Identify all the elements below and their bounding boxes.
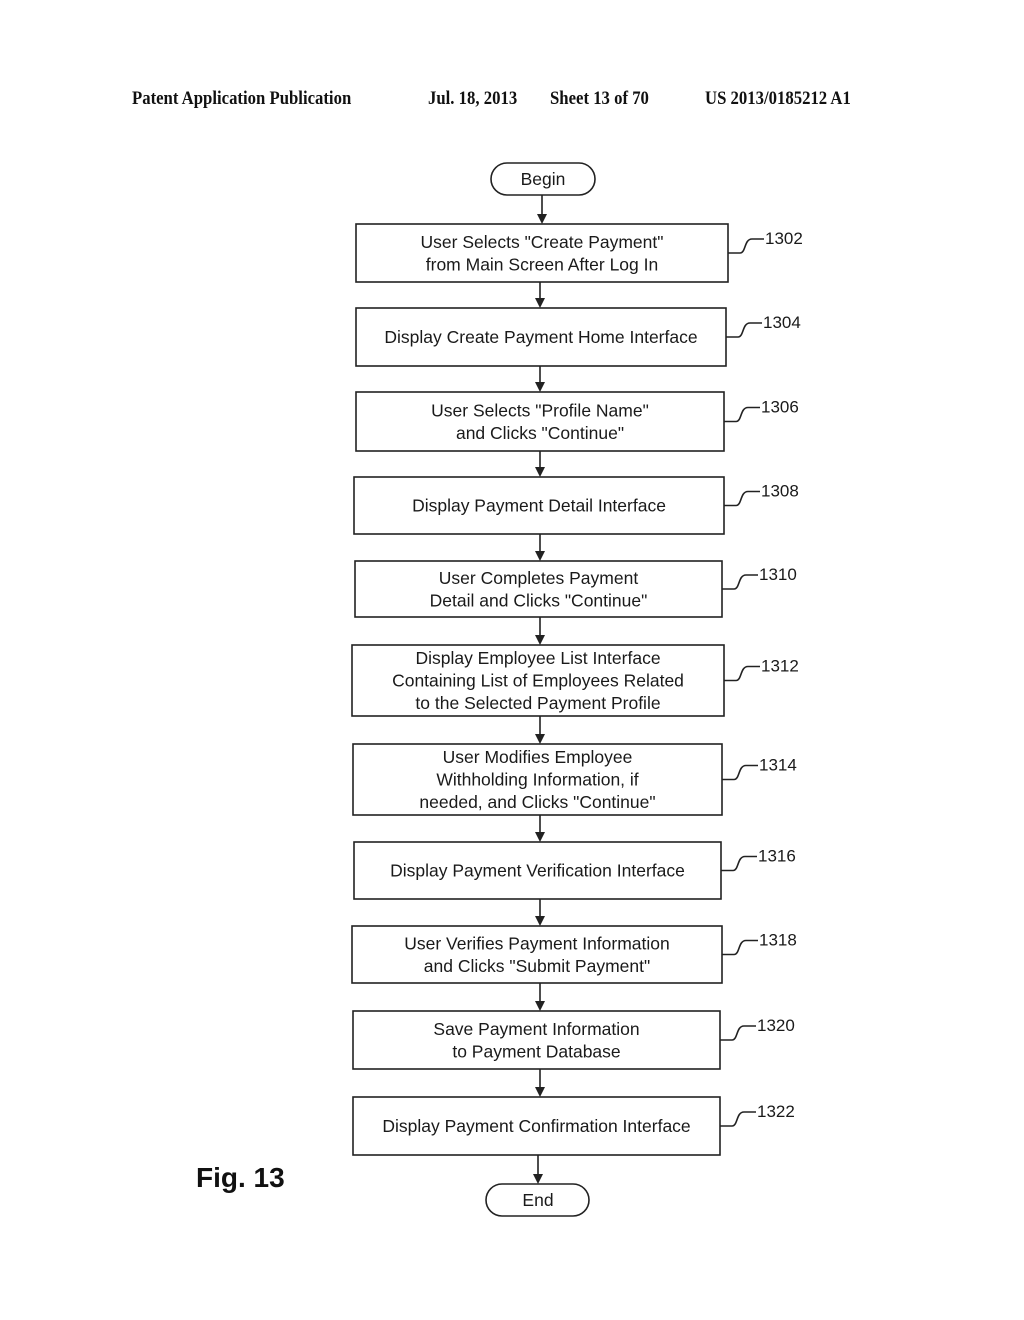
arrow-1310-to-next xyxy=(535,617,545,645)
step-text-line: Display Employee List Interface xyxy=(415,648,660,668)
reference-number: 1316 xyxy=(758,847,796,866)
arrow-1308-to-next xyxy=(535,534,545,561)
arrow-1320-to-next xyxy=(535,1069,545,1097)
reference-number: 1322 xyxy=(757,1102,795,1121)
arrow-begin-to-1302 xyxy=(537,195,547,224)
step-text-line: needed, and Clicks "Continue" xyxy=(419,792,655,812)
arrow-1312-to-next xyxy=(535,716,545,744)
step-text-line: and Clicks "Continue" xyxy=(456,423,624,443)
step-text-line: Display Create Payment Home Interface xyxy=(384,327,697,347)
arrow-1318-to-next xyxy=(535,983,545,1011)
flowchart: Begin User Selects "Create Payment"from M… xyxy=(351,162,803,1217)
reference-leader xyxy=(722,574,758,590)
arrowhead-icon xyxy=(535,1001,545,1011)
step-text-line: User Verifies Payment Information xyxy=(404,933,670,953)
end-label: End xyxy=(522,1190,553,1210)
reference-leader xyxy=(724,406,760,423)
reference-number: 1306 xyxy=(761,398,799,417)
step-1312: Display Employee List Interface Containin… xyxy=(351,644,799,717)
step-text-line: from Main Screen After Log In xyxy=(426,254,658,274)
arrowhead-icon xyxy=(535,551,545,561)
reference-number: 1320 xyxy=(757,1016,795,1035)
begin-terminal: Begin xyxy=(490,162,596,196)
reference-number: 1312 xyxy=(761,657,799,676)
step-1308: Display Payment Detail Interface 1308 xyxy=(353,476,799,535)
step-1322: Display Payment Confirmation Interface 13… xyxy=(352,1096,795,1156)
arrowhead-icon xyxy=(537,214,547,224)
reference-leader xyxy=(720,1111,756,1127)
step-text-line: Display Payment Verification Interface xyxy=(390,861,685,881)
reference-leader xyxy=(721,855,757,872)
reference-leader xyxy=(726,322,762,338)
arrow-1322-to-end xyxy=(533,1155,543,1184)
step-text-line: Display Payment Confirmation Interface xyxy=(382,1116,690,1136)
reference-number: 1314 xyxy=(759,756,797,775)
step-text-line: Detail and Clicks "Continue" xyxy=(430,590,648,610)
reference-number: 1310 xyxy=(759,565,797,584)
step-text-line: User Modifies Employee xyxy=(443,747,633,767)
arrowhead-icon xyxy=(535,916,545,926)
arrowhead-icon xyxy=(535,635,545,645)
reference-number: 1308 xyxy=(761,482,799,501)
step-1306: User Selects "Profile Name" and Clicks "C… xyxy=(355,391,799,452)
arrowhead-icon xyxy=(535,734,545,744)
end-terminal: End xyxy=(485,1183,590,1217)
arrowhead-icon xyxy=(535,467,545,477)
step-text-line: User Selects "Create Payment" xyxy=(421,232,664,252)
step-text-line: Save Payment Information xyxy=(433,1019,639,1039)
step-1318: User Verifies Payment Information and Cli… xyxy=(351,925,797,984)
reference-leader xyxy=(722,764,758,781)
step-1304: Display Create Payment Home Interface 130… xyxy=(355,307,801,367)
begin-label: Begin xyxy=(521,169,566,189)
figure-label: Fig. 13 xyxy=(196,1162,285,1193)
step-text-line: Containing List of Employees Related xyxy=(392,671,684,691)
reference-leader xyxy=(722,939,758,956)
arrow-1314-to-next xyxy=(535,815,545,842)
arrow-1306-to-next xyxy=(535,451,545,477)
arrowhead-icon xyxy=(535,1087,545,1097)
arrowhead-icon xyxy=(535,382,545,392)
reference-number: 1304 xyxy=(763,313,801,332)
reference-leader xyxy=(724,665,760,682)
step-text-line: User Completes Payment xyxy=(439,568,639,588)
step-1316: Display Payment Verification Interface 13… xyxy=(353,841,796,900)
arrow-1302-to-next xyxy=(535,282,545,308)
reference-number: 1302 xyxy=(765,229,803,248)
reference-leader xyxy=(724,490,760,507)
step-text-line: and Clicks "Submit Payment" xyxy=(424,956,650,976)
reference-number: 1318 xyxy=(759,931,797,950)
step-text-line: Withholding Information, if xyxy=(436,770,638,790)
arrow-1316-to-next xyxy=(535,899,545,926)
step-text-line: to Payment Database xyxy=(452,1041,620,1061)
arrowhead-icon xyxy=(533,1174,543,1184)
step-text-line: to the Selected Payment Profile xyxy=(415,693,660,713)
reference-leader xyxy=(728,238,764,254)
step-1320: Save Payment Informationto Payment Datab… xyxy=(352,1010,795,1070)
step-1310: User Completes PaymentDetail and Clicks … xyxy=(354,560,797,618)
reference-leader xyxy=(720,1025,756,1041)
step-text-line: Display Payment Detail Interface xyxy=(412,496,666,516)
step-1302: User Selects "Create Payment"from Main S… xyxy=(355,223,803,283)
step-1314: User Modifies Employee Withholding Inform… xyxy=(352,743,797,816)
arrowhead-icon xyxy=(535,832,545,842)
arrow-1304-to-next xyxy=(535,366,545,392)
step-text-line: User Selects "Profile Name" xyxy=(431,400,649,420)
arrowhead-icon xyxy=(535,298,545,308)
